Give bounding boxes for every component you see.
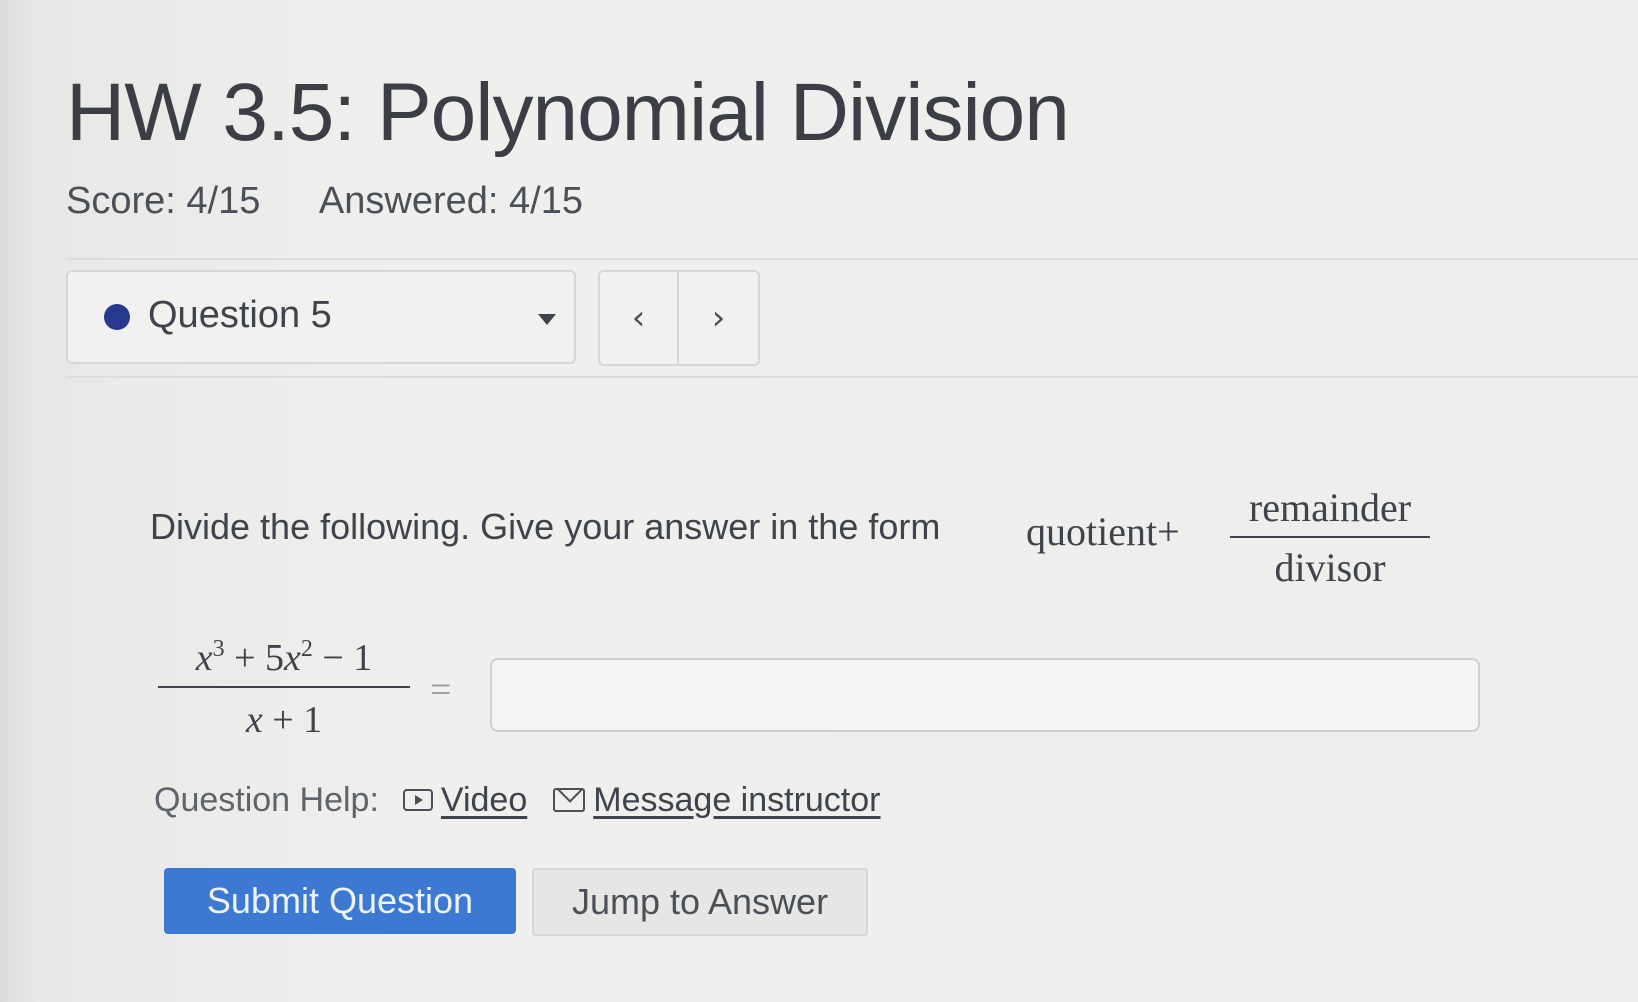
question-help-label: Question Help:: [154, 780, 379, 819]
answer-form-denominator: divisor: [1274, 545, 1386, 590]
submit-question-button[interactable]: Submit Question: [164, 868, 516, 934]
division-expression: x3 + 5x2 − 1 x + 1: [158, 636, 410, 742]
expression-fraction-bar: [158, 686, 410, 688]
answer-form-fraction: remainder divisor: [1230, 484, 1430, 592]
mail-icon[interactable]: [553, 788, 586, 812]
divider-top: [66, 258, 1638, 260]
equals-sign: =: [430, 669, 452, 711]
video-icon[interactable]: [402, 789, 433, 811]
question-help: Question Help: Video Message instructor: [154, 778, 881, 822]
caret-down-icon: [538, 314, 556, 325]
fraction-bar: [1230, 536, 1430, 538]
expression-numerator: x3 + 5x2 − 1: [195, 636, 373, 679]
divider-bottom: [66, 376, 1638, 378]
answer-form-quotient: quotient+: [1026, 509, 1180, 554]
answered-text: Answered: 4/15: [318, 180, 583, 222]
assignment-page: HW 3.5: Polynomial Division Score: 4/15 …: [0, 0, 1638, 1002]
jump-to-answer-button[interactable]: Jump to Answer: [532, 868, 868, 936]
next-question-button[interactable]: ›: [679, 272, 758, 364]
answer-input[interactable]: [490, 658, 1480, 732]
video-link[interactable]: Video: [441, 781, 527, 820]
question-dropdown-label: Question 5: [148, 294, 332, 336]
answer-form-numerator: remainder: [1248, 485, 1412, 530]
expression-denominator: x + 1: [245, 699, 323, 741]
question-dropdown[interactable]: Question 5: [66, 270, 576, 364]
message-instructor-link[interactable]: Message instructor: [593, 781, 880, 820]
page-title: HW 3.5: Polynomial Division: [66, 67, 1070, 158]
question-status-dot: [104, 304, 130, 330]
question-pager: ‹ ›: [598, 270, 760, 366]
score-summary: Score: 4/15 Answered: 4/15: [66, 180, 583, 223]
question-prompt: Divide the following. Give your answer i…: [150, 506, 941, 547]
previous-question-button[interactable]: ‹: [600, 272, 679, 364]
score-text: Score: 4/15: [66, 180, 261, 222]
